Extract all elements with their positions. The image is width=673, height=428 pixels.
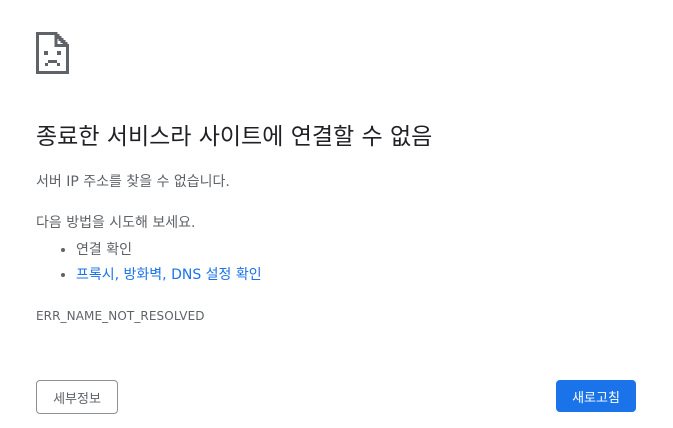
suggestion-check-connection: 연결 확인 [76, 238, 262, 263]
reload-button[interactable]: 새로고침 [556, 380, 636, 412]
suggestion-check-proxy-firewall-dns[interactable]: 프록시, 방화벽, DNS 설정 확인 [76, 263, 262, 288]
error-description: 서버 IP 주소를 찾을 수 없습니다. [36, 174, 230, 190]
suggestions-list: 연결 확인 프록시, 방화벽, DNS 설정 확인 [36, 238, 262, 288]
page-title: 종료한 서비스라 사이트에 연결할 수 없음 [36, 124, 433, 150]
details-button[interactable]: 세부정보 [36, 380, 118, 414]
sad-page-icon [36, 32, 69, 74]
error-code: ERR_NAME_NOT_RESOLVED [36, 309, 205, 323]
proxy-firewall-dns-link[interactable]: 프록시, 방화벽, DNS 설정 확인 [76, 267, 262, 283]
suggestions-heading: 다음 방법을 시도해 보세요. [36, 215, 196, 231]
